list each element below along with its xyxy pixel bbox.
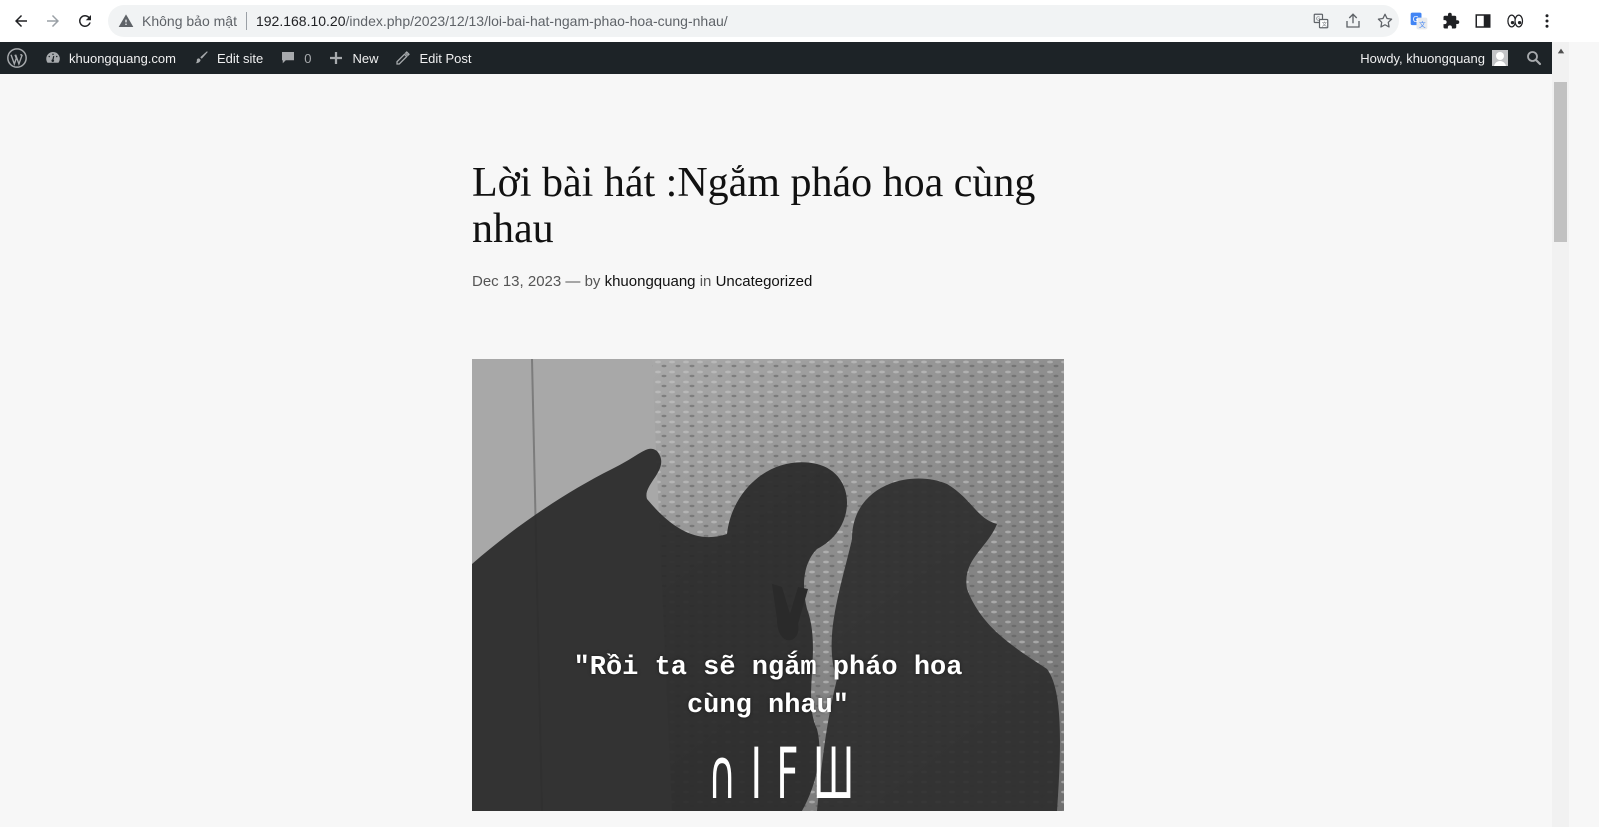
share-icon	[1346, 13, 1360, 28]
arrow-left-icon	[15, 15, 27, 27]
wp-logo-menu[interactable]	[0, 42, 36, 74]
arrow-right-icon	[47, 15, 59, 27]
omnibox-separator	[245, 12, 247, 30]
reload-icon	[78, 14, 91, 27]
scroll-thumb[interactable]	[1554, 82, 1567, 242]
wp-admin-bar: khuongquang.com Edit site 0 New Edit Pos…	[0, 42, 1552, 74]
quote-line-1: "Rồi ta sẽ ngắm pháo hoa	[573, 653, 963, 683]
triangle-up-icon	[1557, 48, 1564, 53]
back-button[interactable]	[5, 5, 37, 37]
warning-icon	[118, 14, 134, 27]
puzzle-icon	[1443, 12, 1460, 29]
post-category-link[interactable]: Uncategorized	[716, 273, 813, 290]
pencil-icon	[396, 51, 411, 65]
post-in-label: in	[699, 273, 712, 290]
star-icon	[1377, 13, 1393, 28]
side-panel-icon	[1475, 14, 1491, 28]
search-icon	[1527, 51, 1542, 66]
site-name-label: khuongquang.com	[69, 50, 176, 66]
image-quote: "Rồi ta sẽ ngắm pháo hoa cùng nhau"	[472, 649, 1064, 725]
share-button[interactable]	[1343, 11, 1363, 31]
translate-button[interactable]: G文	[1311, 11, 1331, 31]
browser-toolbar: Không bảo mật 192.168.10.20/index.php/20…	[0, 0, 1599, 42]
omnibox-actions: G文	[1311, 5, 1395, 37]
post-by-label: — by	[565, 273, 601, 290]
url-path: /index.php/2023/12/13/loi-bai-hat-ngam-p…	[345, 13, 728, 29]
google-translate-icon: G文	[1410, 12, 1428, 30]
edit-site-label: Edit site	[216, 50, 264, 66]
forward-button[interactable]	[37, 5, 69, 37]
plus-icon	[330, 52, 343, 64]
eyes-avatar-icon	[1507, 14, 1524, 28]
page-bottom-edge	[0, 811, 1552, 827]
featured-image: "Rồi ta sẽ ngắm pháo hoa cùng nhau" ∩ I …	[472, 359, 1064, 811]
page-scrollbar[interactable]	[1552, 42, 1569, 827]
translate-icon: G文	[1313, 13, 1329, 29]
extensions-button[interactable]	[1441, 11, 1461, 31]
comment-icon	[282, 52, 295, 64]
address-bar[interactable]: Không bảo mật 192.168.10.20/index.php/20…	[108, 5, 1399, 37]
url-host: 192.168.10.20	[255, 13, 346, 29]
edit-site-link[interactable]: Edit site	[184, 42, 271, 74]
side-panel-button[interactable]	[1473, 11, 1493, 31]
extensions-area: G文	[1409, 5, 1557, 37]
svg-text:G: G	[1413, 15, 1419, 24]
new-label: New	[352, 50, 379, 66]
site-name-menu[interactable]: khuongquang.com	[36, 42, 184, 74]
kebab-menu-icon	[1545, 14, 1549, 28]
post-title: Lời bài hát :Ngắm pháo hoa cùng nhau	[472, 160, 1036, 252]
admin-bar-secondary: Howdy, khuongquang	[1352, 42, 1552, 74]
scroll-up-button[interactable]	[1552, 42, 1569, 59]
artist-logo: ∩ I F Ш	[708, 733, 856, 811]
translate-extension-button[interactable]: G文	[1409, 11, 1429, 31]
browser-menu-button[interactable]	[1537, 11, 1557, 31]
post-meta: Dec 13, 2023 — by khuongquang in Uncateg…	[472, 273, 812, 290]
quote-line-2: cùng nhau"	[686, 691, 850, 721]
comments-link[interactable]: 0	[271, 42, 319, 74]
avatar	[1492, 50, 1508, 66]
howdy-label: Howdy, khuongquang	[1360, 50, 1485, 66]
edit-post-label: Edit Post	[419, 50, 472, 66]
post-author-link[interactable]: khuongquang	[605, 273, 696, 290]
my-account-menu[interactable]: Howdy, khuongquang	[1352, 42, 1516, 74]
reload-button[interactable]	[69, 5, 101, 37]
edit-post-link[interactable]: Edit Post	[386, 42, 479, 74]
admin-search-button[interactable]	[1516, 42, 1552, 74]
wordpress-logo-icon	[7, 48, 27, 68]
post-date[interactable]: Dec 13, 2023	[472, 273, 561, 290]
profile-button[interactable]	[1505, 11, 1525, 31]
comments-count: 0	[304, 50, 312, 66]
security-label[interactable]: Không bảo mật	[142, 13, 237, 29]
new-content-menu[interactable]: New	[319, 42, 386, 74]
dashboard-icon	[46, 51, 60, 63]
svg-text:G: G	[1316, 17, 1320, 23]
svg-text:文: 文	[1419, 20, 1426, 29]
brush-icon	[195, 51, 208, 64]
bookmark-button[interactable]	[1375, 11, 1395, 31]
